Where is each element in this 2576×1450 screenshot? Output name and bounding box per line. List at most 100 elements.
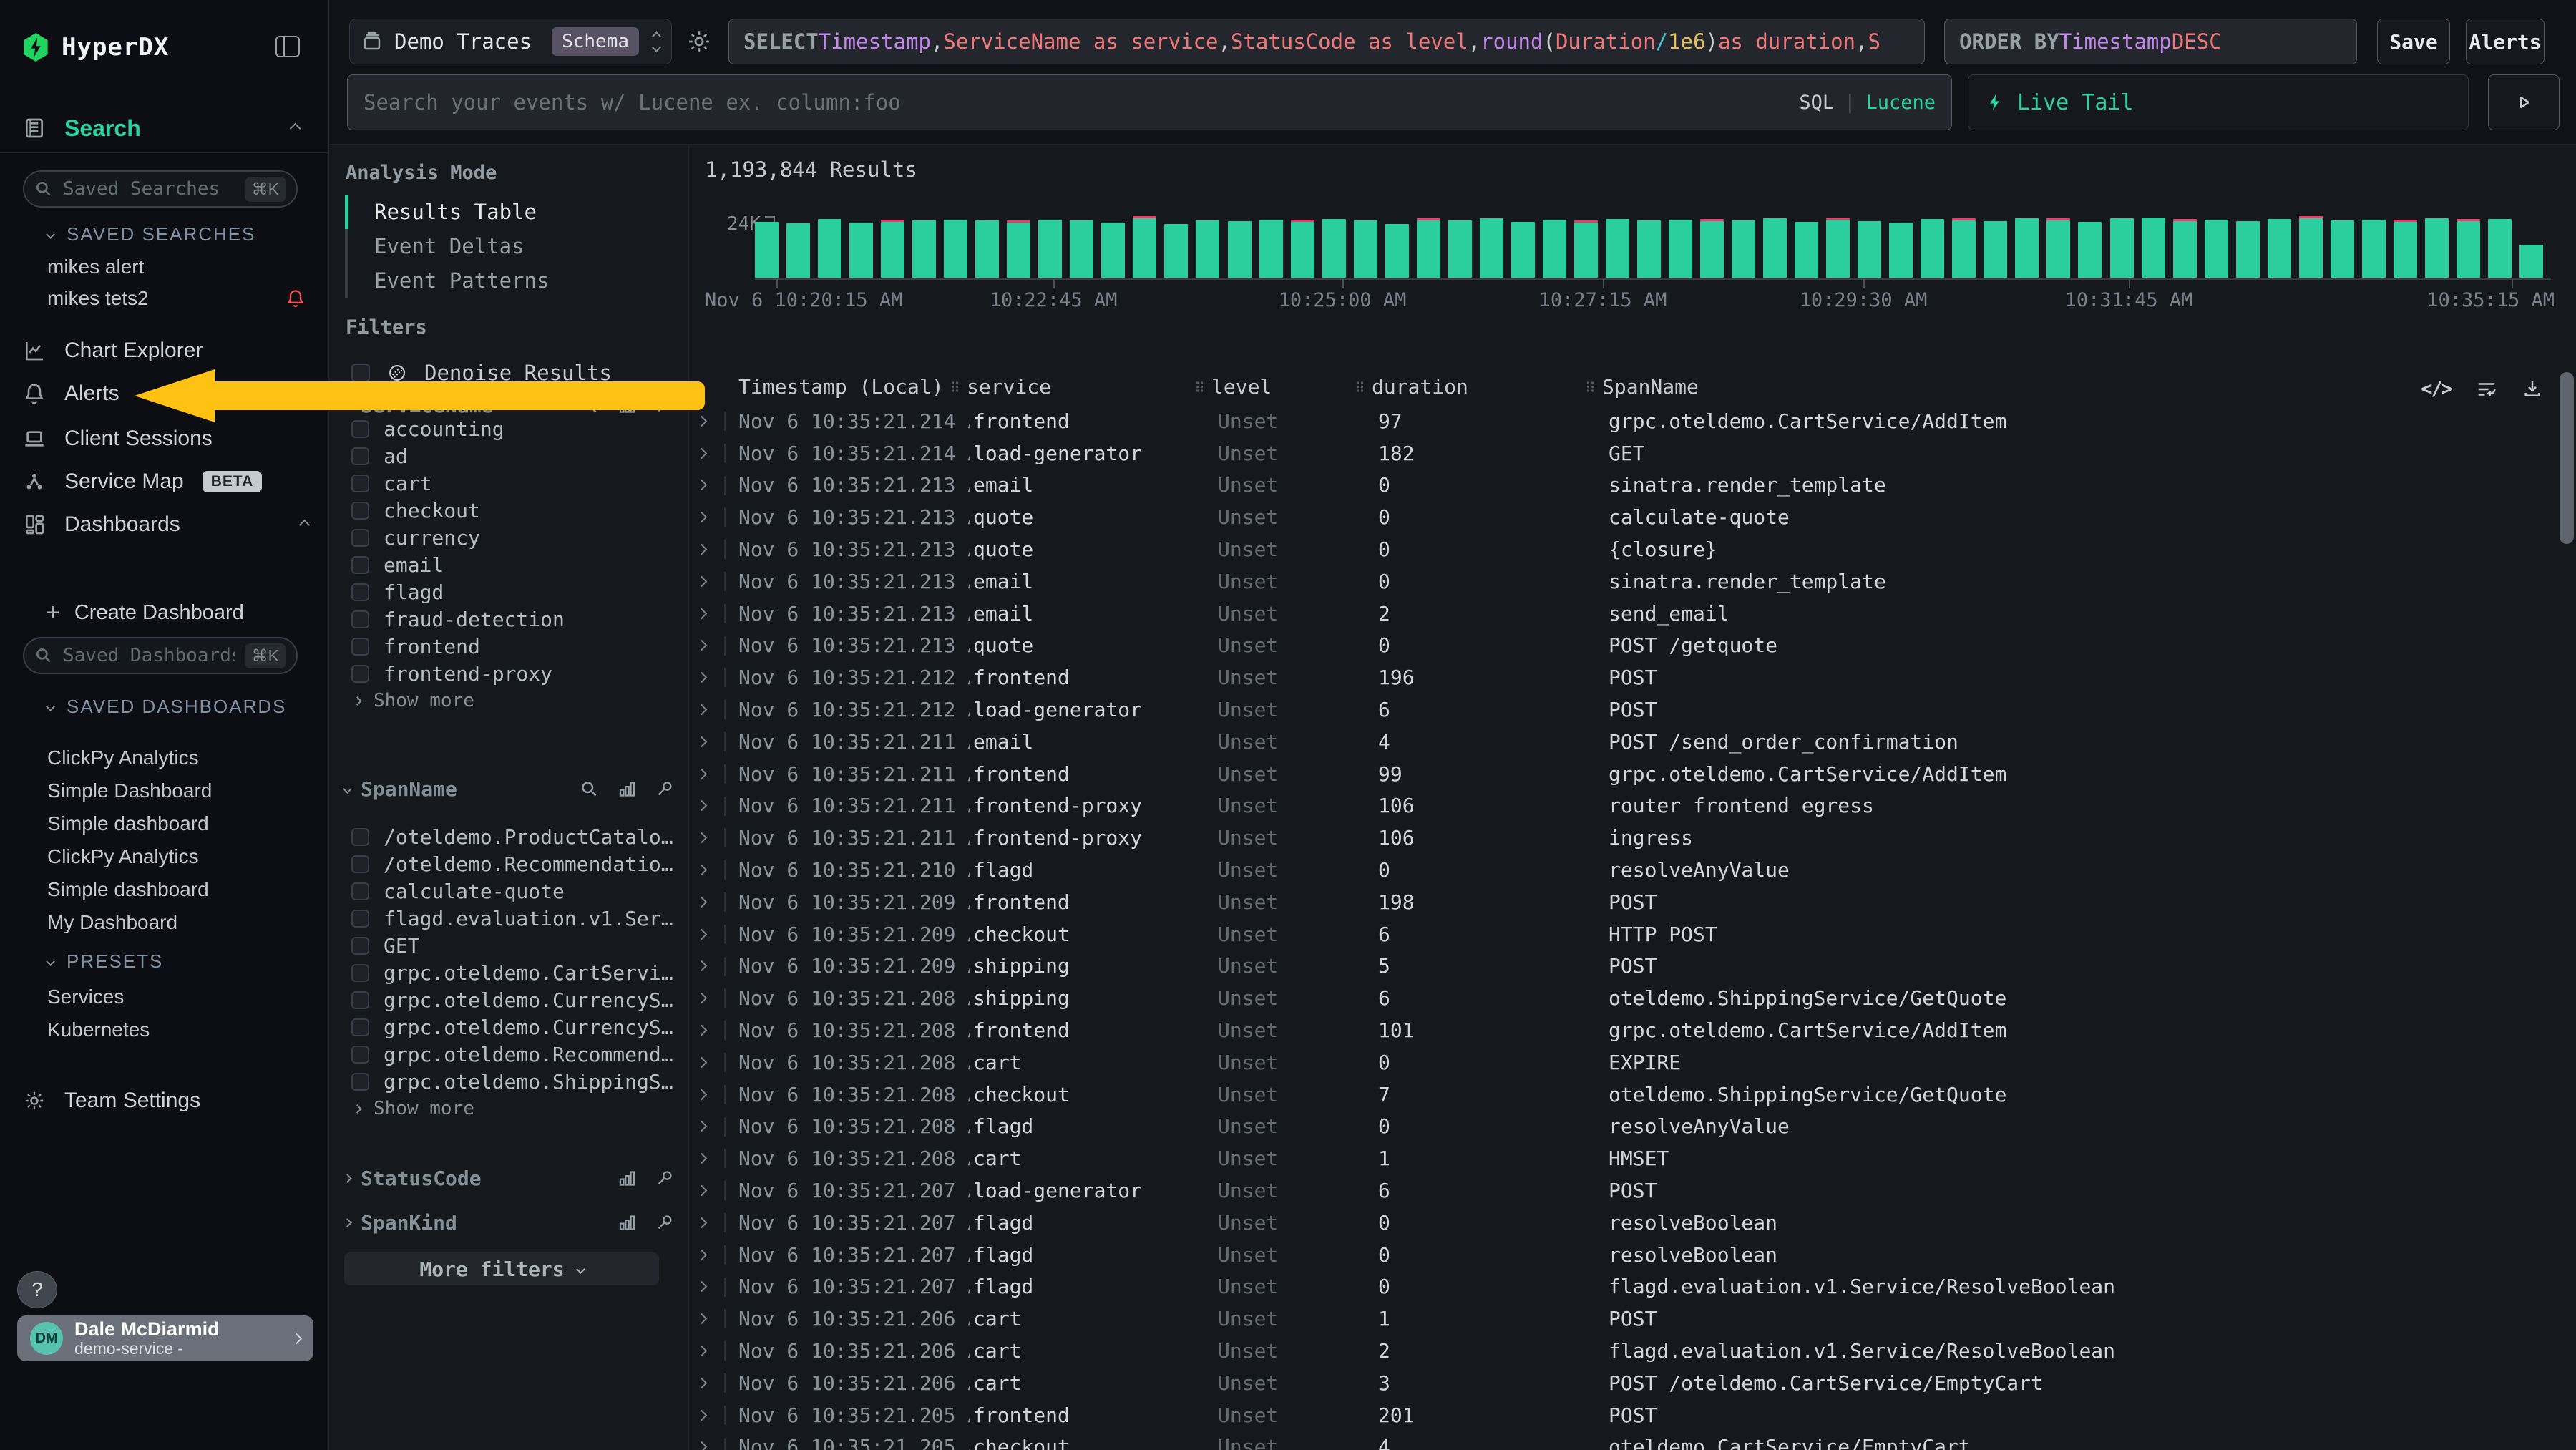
- filter-option[interactable]: calculate-quote: [351, 877, 673, 905]
- denoise-checkbox[interactable]: [351, 364, 370, 382]
- histogram-error-bar[interactable]: [1291, 220, 1314, 222]
- help-button[interactable]: ?: [17, 1271, 57, 1308]
- filter-checkbox[interactable]: [351, 475, 369, 492]
- row-expander[interactable]: [698, 1014, 719, 1046]
- histogram-error-bar[interactable]: [2457, 219, 2480, 221]
- saved-dashboards-header[interactable]: SAVED DASHBOARDS: [47, 696, 286, 718]
- column-header-duration[interactable]: duration: [1355, 375, 1468, 399]
- row-expander[interactable]: [698, 469, 719, 502]
- row-expander[interactable]: [698, 501, 719, 533]
- histogram-bar[interactable]: [1101, 223, 1125, 278]
- histogram-error-bar[interactable]: [1574, 220, 1598, 223]
- histogram-bar[interactable]: [1511, 222, 1535, 278]
- sidebar-collapse-icon[interactable]: [275, 36, 300, 57]
- live-tail-button[interactable]: Live Tail: [1968, 74, 2469, 130]
- source-selector[interactable]: Demo Traces Schema: [349, 19, 672, 64]
- column-header-timestamp-local-[interactable]: Timestamp (Local): [738, 375, 944, 399]
- histogram-bar[interactable]: [1795, 222, 1818, 278]
- filter-checkbox[interactable]: [351, 964, 369, 982]
- sql-toggle[interactable]: SQL: [1799, 92, 1834, 114]
- row-expander[interactable]: [698, 1271, 719, 1303]
- filter-checkbox[interactable]: [351, 420, 369, 438]
- filter-checkbox[interactable]: [351, 556, 369, 574]
- row-expander[interactable]: [698, 598, 719, 630]
- column-header-service[interactable]: service: [950, 375, 1051, 399]
- table-row[interactable]: Nov 6 10:35:21.209 AMshippingUnset5POST: [689, 950, 2576, 983]
- histogram-bar[interactable]: [1669, 220, 1692, 278]
- histogram-error-bar[interactable]: [1417, 218, 1440, 220]
- histogram-bar[interactable]: [2299, 218, 2323, 278]
- filter-checkbox[interactable]: [351, 1046, 369, 1064]
- row-expander[interactable]: [698, 533, 719, 565]
- filter-option[interactable]: grpc.oteldemo.CartServi…: [351, 959, 673, 986]
- row-expander[interactable]: [698, 1046, 719, 1079]
- table-row[interactable]: Nov 6 10:35:21.212 AMload-generatorUnset…: [689, 694, 2576, 726]
- show-more-button[interactable]: Show more: [351, 1095, 673, 1122]
- filter-option[interactable]: grpc.oteldemo.CurrencyS…: [351, 1013, 673, 1041]
- histogram-bar[interactable]: [1984, 221, 2007, 278]
- drag-handle-icon[interactable]: [1586, 381, 1595, 393]
- filter-checkbox[interactable]: [351, 502, 369, 520]
- table-row[interactable]: Nov 6 10:35:21.211 AMemailUnset4POST /se…: [689, 726, 2576, 758]
- filter-option[interactable]: grpc.oteldemo.ShippingS…: [351, 1068, 673, 1095]
- drag-handle-icon[interactable]: [1355, 381, 1365, 393]
- histogram-bar[interactable]: [1228, 221, 1252, 278]
- analysis-mode-option[interactable]: Event Deltas: [345, 229, 674, 263]
- search-icon[interactable]: [580, 396, 599, 415]
- show-more-button[interactable]: Show more: [351, 687, 673, 714]
- histogram-bar[interactable]: [2488, 219, 2512, 278]
- row-expander[interactable]: [698, 1399, 719, 1431]
- collapse-chevron-icon[interactable]: [299, 519, 311, 530]
- filter-option[interactable]: /oteldemo.ProductCatalo…: [351, 823, 673, 850]
- row-expander[interactable]: [698, 405, 719, 437]
- table-row[interactable]: Nov 6 10:35:21.205 AMcheckoutUnset4oteld…: [689, 1431, 2576, 1450]
- filter-option[interactable]: grpc.oteldemo.CurrencyS…: [351, 986, 673, 1013]
- table-row[interactable]: Nov 6 10:35:21.207 AMload-generatorUnset…: [689, 1174, 2576, 1207]
- events-histogram[interactable]: [755, 216, 2551, 278]
- orderby-expression-input[interactable]: ORDER BY Timestamp DESC: [1944, 19, 2357, 64]
- filter-checkbox[interactable]: [351, 991, 369, 1009]
- drag-handle-icon[interactable]: [950, 381, 960, 393]
- filter-checkbox[interactable]: [351, 610, 369, 628]
- histogram-bar[interactable]: [2110, 218, 2134, 278]
- saved-dashboard-item[interactable]: Simple dashboard: [0, 873, 328, 906]
- save-button[interactable]: Save: [2377, 19, 2450, 64]
- row-expander[interactable]: [698, 630, 719, 662]
- histogram-bar[interactable]: [1448, 220, 1472, 278]
- more-filters-button[interactable]: More filters: [344, 1252, 659, 1285]
- histogram-bar[interactable]: [1889, 223, 1913, 278]
- sidebar-item-search[interactable]: Search: [23, 116, 306, 140]
- histogram-error-bar[interactable]: [1007, 220, 1030, 223]
- histogram-error-bar[interactable]: [2394, 220, 2417, 222]
- histogram-error-bar[interactable]: [1133, 216, 1156, 218]
- filter-option[interactable]: cart: [351, 469, 673, 497]
- filter-checkbox[interactable]: [351, 855, 369, 873]
- event-search-bar[interactable]: SQL | Lucene: [347, 74, 1952, 130]
- histogram-error-bar[interactable]: [2046, 218, 2070, 220]
- histogram-bar[interactable]: [944, 220, 967, 278]
- table-row[interactable]: Nov 6 10:35:21.211 AMfrontend-proxyUnset…: [689, 822, 2576, 854]
- table-row[interactable]: Nov 6 10:35:21.213 AMemailUnset0sinatra.…: [689, 469, 2576, 502]
- histogram-bar[interactable]: [2046, 220, 2070, 278]
- filter-option[interactable]: grpc.oteldemo.Recommend…: [351, 1041, 673, 1068]
- table-row[interactable]: Nov 6 10:35:21.208 AMflagdUnset0resolveA…: [689, 1111, 2576, 1143]
- table-row[interactable]: Nov 6 10:35:21.211 AMfrontendUnset99grpc…: [689, 758, 2576, 790]
- table-row[interactable]: Nov 6 10:35:21.208 AMcartUnset1HMSET: [689, 1142, 2576, 1174]
- chart-icon[interactable]: [618, 779, 637, 799]
- histogram-bar[interactable]: [2015, 218, 2039, 278]
- saved-search-item[interactable]: mikes alert: [0, 251, 328, 283]
- filter-option[interactable]: accounting: [351, 415, 673, 442]
- search-input[interactable]: [364, 90, 1785, 115]
- histogram-bar[interactable]: [1007, 223, 1030, 278]
- drag-handle-icon[interactable]: [1195, 381, 1204, 393]
- histogram-bar[interactable]: [1259, 220, 1283, 278]
- histogram-bar[interactable]: [1070, 220, 1093, 278]
- filter-checkbox[interactable]: [351, 1073, 369, 1091]
- histogram-error-bar[interactable]: [2299, 216, 2323, 218]
- chart-icon[interactable]: [618, 1213, 637, 1232]
- sidebar-item-chart-explorer[interactable]: Chart Explorer: [0, 334, 328, 368]
- row-expander[interactable]: [698, 1239, 719, 1271]
- saved-dashboard-item[interactable]: ClickPy Analytics: [0, 741, 328, 774]
- saved-dashboard-item[interactable]: My Dashboard: [0, 906, 328, 939]
- histogram-bar[interactable]: [2236, 221, 2260, 278]
